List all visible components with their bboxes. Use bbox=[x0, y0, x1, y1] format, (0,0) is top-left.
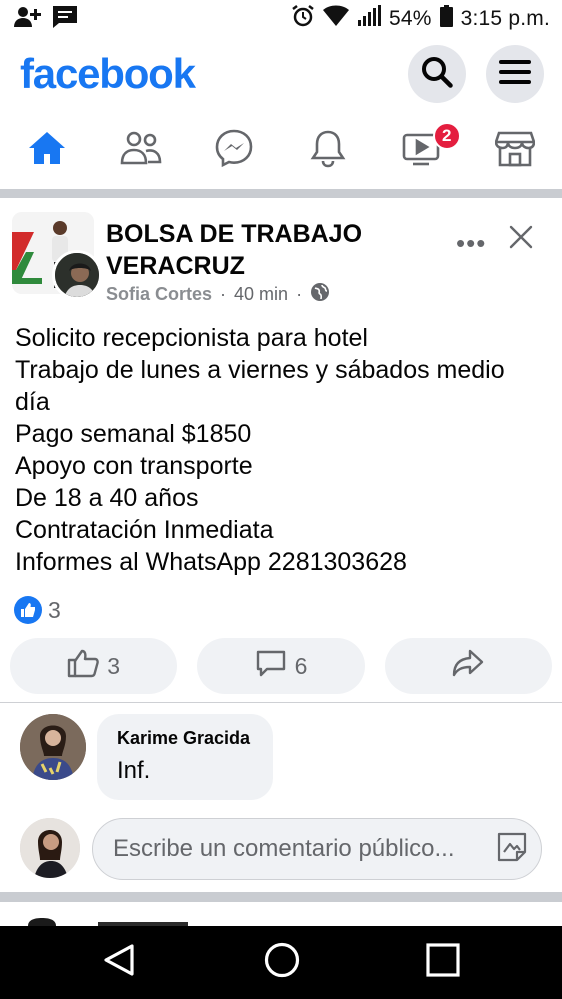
tab-home[interactable] bbox=[0, 112, 94, 188]
comment-text: Inf. bbox=[117, 757, 151, 784]
facebook-logo[interactable]: facebook bbox=[20, 50, 196, 98]
like-button[interactable]: 3 bbox=[10, 638, 178, 694]
friends-icon bbox=[120, 130, 162, 171]
search-button[interactable] bbox=[408, 45, 466, 103]
post-meta: Sofia Cortes · 40 min · bbox=[106, 282, 330, 307]
commenter-avatar[interactable] bbox=[20, 714, 86, 780]
menu-button[interactable] bbox=[486, 45, 544, 103]
post-time[interactable]: 40 min bbox=[234, 284, 288, 305]
tab-notifications[interactable] bbox=[281, 112, 375, 188]
current-user-avatar bbox=[20, 818, 80, 878]
battery-level: 54% bbox=[389, 7, 432, 30]
reactions-summary[interactable]: 3 bbox=[14, 596, 61, 624]
back-button[interactable] bbox=[102, 942, 138, 983]
recents-button[interactable] bbox=[426, 943, 460, 982]
home-icon bbox=[27, 130, 67, 171]
like-reaction-icon bbox=[14, 596, 42, 624]
section-separator bbox=[0, 189, 562, 198]
meta-separator: · bbox=[220, 284, 227, 304]
thumbs-up-icon bbox=[67, 648, 100, 684]
commenter-name[interactable]: Karime Gracida bbox=[117, 728, 273, 749]
post-line: Solicito recepcionista para hotel bbox=[15, 324, 368, 352]
messenger-icon bbox=[214, 128, 254, 173]
battery-icon bbox=[439, 5, 453, 33]
post-line: día bbox=[15, 388, 50, 416]
wifi-icon bbox=[323, 5, 349, 33]
comment-input[interactable] bbox=[113, 835, 495, 863]
post-line: Trabajo de lunes a viernes y sábados med… bbox=[15, 356, 505, 384]
system-navigation-bar bbox=[0, 926, 562, 999]
status-bar: 54% 3:15 p.m. bbox=[0, 0, 562, 38]
post-line: Apoyo con transporte bbox=[15, 452, 253, 480]
post-header: BOLSA DE TRABAJO VERACRUZ Sofia Cortes ·… bbox=[0, 202, 562, 312]
signal-icon bbox=[357, 5, 381, 33]
post-line: Informes al WhatsApp 2281303628 bbox=[15, 548, 407, 576]
like-count: 3 bbox=[107, 652, 121, 679]
tab-messenger[interactable] bbox=[187, 112, 281, 188]
watch-badge: 2 bbox=[432, 122, 461, 150]
next-post-peek bbox=[0, 904, 562, 926]
close-icon[interactable] bbox=[508, 224, 534, 255]
clock: 3:15 p.m. bbox=[460, 7, 550, 30]
comment-input-wrapper bbox=[92, 818, 542, 880]
hamburger-menu-icon bbox=[499, 58, 531, 91]
post-line: De 18 a 40 años bbox=[15, 484, 199, 512]
post-actions: 3 6 bbox=[10, 638, 552, 694]
search-icon bbox=[420, 55, 454, 94]
main-tabs: 2 bbox=[0, 112, 562, 188]
author-avatar[interactable] bbox=[52, 250, 102, 300]
comment-count: 6 bbox=[294, 652, 308, 679]
tab-watch[interactable]: 2 bbox=[375, 112, 469, 188]
app-header: facebook bbox=[0, 38, 562, 110]
comment-button[interactable]: 6 bbox=[197, 638, 365, 694]
add-friend-icon bbox=[14, 5, 42, 34]
comment-bubble[interactable]: Karime Gracida Inf. bbox=[97, 714, 273, 800]
post-body: Solicito recepcionista para hotel Trabaj… bbox=[15, 322, 550, 578]
comment-icon bbox=[255, 648, 287, 684]
reaction-count: 3 bbox=[48, 596, 61, 623]
comment: Karime Gracida Inf. bbox=[0, 712, 562, 802]
post-line: Pago semanal $1850 bbox=[15, 420, 252, 448]
tab-marketplace[interactable] bbox=[468, 112, 562, 188]
share-button[interactable] bbox=[384, 638, 552, 694]
post-separator bbox=[0, 892, 562, 902]
message-icon bbox=[52, 5, 78, 34]
tab-friends[interactable] bbox=[94, 112, 188, 188]
page-name[interactable]: BOLSA DE TRABAJO VERACRUZ bbox=[106, 218, 406, 282]
home-button[interactable] bbox=[263, 941, 301, 984]
share-icon bbox=[451, 648, 485, 684]
meta-separator-2: · bbox=[296, 284, 303, 304]
comments-divider bbox=[0, 702, 562, 703]
alarm-icon bbox=[291, 4, 315, 34]
more-options-button[interactable]: ••• bbox=[456, 228, 486, 259]
author-name[interactable]: Sofia Cortes bbox=[106, 284, 212, 305]
globe-icon bbox=[310, 282, 330, 307]
marketplace-icon bbox=[494, 129, 536, 172]
sticker-icon[interactable] bbox=[495, 830, 529, 869]
bell-icon bbox=[310, 128, 346, 173]
post-line: Contratación Inmediata bbox=[15, 516, 274, 544]
comment-composer bbox=[0, 812, 562, 884]
